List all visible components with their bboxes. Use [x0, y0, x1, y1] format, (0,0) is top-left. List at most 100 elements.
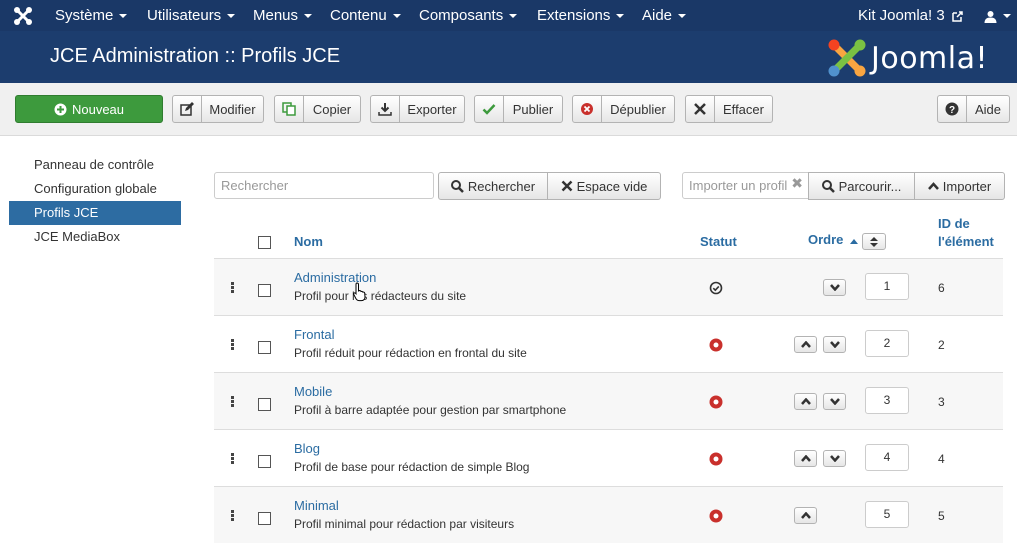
row-checkbox[interactable]: [258, 284, 271, 297]
hand-cursor-icon: [353, 282, 366, 302]
column-header-name[interactable]: Nom: [294, 234, 323, 249]
unpublished-status-icon[interactable]: [709, 338, 723, 352]
unpublished-status-icon[interactable]: [709, 395, 723, 409]
search-button[interactable]: Rechercher: [438, 172, 548, 200]
table-row[interactable]: Blog Profil de base pour rédaction de sim…: [214, 429, 1003, 486]
default-status-icon[interactable]: [709, 281, 723, 295]
sidebar-item-global-config[interactable]: Configuration globale: [9, 177, 181, 201]
delete-button[interactable]: Effacer: [685, 95, 773, 123]
move-up-button[interactable]: [794, 450, 817, 467]
joomla-logo-icon[interactable]: [13, 6, 33, 26]
menu-contenu[interactable]: Contenu: [330, 0, 401, 31]
row-checkbox[interactable]: [258, 341, 271, 354]
drag-handle-icon[interactable]: [231, 339, 234, 350]
import-button[interactable]: Importer: [914, 172, 1005, 200]
profile-description: Profil à barre adaptée pour gestion par …: [294, 403, 567, 417]
row-checkbox[interactable]: [258, 512, 271, 525]
order-input[interactable]: 3: [865, 387, 909, 414]
menu-utilisateurs[interactable]: Utilisateurs: [147, 0, 236, 31]
sidebar-item-control-panel[interactable]: Panneau de contrôle: [9, 153, 181, 177]
drag-handle-icon[interactable]: [231, 282, 234, 293]
row-checkbox[interactable]: [258, 455, 271, 468]
copy-button[interactable]: Copier: [274, 95, 361, 123]
profile-name-link[interactable]: Mobile: [294, 384, 332, 399]
edit-button-label: Modifier: [209, 101, 256, 117]
close-icon: [561, 180, 572, 192]
chevron-down-icon: [829, 398, 840, 405]
browse-button[interactable]: Parcourir...: [808, 172, 915, 200]
move-up-button[interactable]: [794, 393, 817, 410]
move-up-button[interactable]: [794, 336, 817, 353]
question-icon: ?: [938, 96, 967, 122]
menu-systeme[interactable]: Système: [55, 0, 128, 31]
profile-description: Profil réduit pour rédaction en frontal …: [294, 346, 527, 360]
clear-button[interactable]: Espace vide: [547, 172, 661, 200]
profile-name-link[interactable]: Blog: [294, 441, 320, 456]
profile-description: Profil de base pour rédaction de simple …: [294, 460, 530, 474]
move-down-button[interactable]: [823, 279, 846, 296]
site-link[interactable]: Kit Joomla! 3: [858, 0, 963, 31]
search-input[interactable]: Rechercher: [214, 172, 434, 199]
user-menu[interactable]: [984, 0, 1011, 31]
delete-button-label: Effacer: [723, 101, 764, 117]
new-button[interactable]: Nouveau: [15, 95, 163, 123]
drag-handle-icon[interactable]: [231, 453, 234, 464]
column-header-status[interactable]: Statut: [700, 234, 737, 249]
move-down-button[interactable]: [823, 336, 846, 353]
chevron-down-icon: [829, 341, 840, 348]
external-link-icon: [952, 10, 963, 22]
copy-button-label: Copier: [312, 101, 352, 117]
menu-aide[interactable]: Aide: [642, 0, 687, 31]
search-button-label: Rechercher: [467, 178, 536, 194]
caret-down-icon: [1003, 14, 1011, 19]
menu-label: Système: [55, 7, 114, 24]
import-file-input[interactable]: Importer un profil ✖: [682, 172, 809, 199]
order-input[interactable]: 4: [865, 444, 909, 471]
order-input[interactable]: 2: [865, 330, 909, 357]
column-header-id[interactable]: ID de l'élément: [938, 215, 994, 251]
unpublish-button[interactable]: Dépublier: [572, 95, 675, 123]
profile-description: Profil pour les rédacteurs du site: [294, 289, 467, 303]
menu-menus[interactable]: Menus: [253, 0, 313, 31]
edit-button[interactable]: Modifier: [172, 95, 264, 123]
move-down-button[interactable]: [823, 450, 846, 467]
select-all-checkbox[interactable]: [258, 236, 271, 249]
profile-name-link[interactable]: Frontal: [294, 327, 334, 342]
sidebar-item-profiles[interactable]: Profils JCE: [9, 201, 181, 225]
search-icon: [821, 179, 835, 193]
table-row[interactable]: Administration Profil pour les rédacteurs…: [214, 258, 1003, 315]
row-checkbox[interactable]: [258, 398, 271, 411]
table-row[interactable]: Mobile Profil à barre adaptée pour gestio…: [214, 372, 1003, 429]
column-header-order[interactable]: Ordre: [808, 232, 859, 247]
unpublished-status-icon[interactable]: [709, 452, 723, 466]
table-row[interactable]: Minimal Profil minimal pour rédaction par…: [214, 486, 1003, 543]
profile-description: Profil minimal pour rédaction par visite…: [294, 517, 515, 531]
publish-button[interactable]: Publier: [474, 95, 563, 123]
help-button[interactable]: ? Aide: [937, 95, 1010, 123]
save-order-button[interactable]: [862, 233, 886, 250]
sort-icon: [870, 236, 878, 247]
chevron-up-icon: [800, 341, 811, 348]
close-icon: [686, 96, 715, 122]
order-input[interactable]: 5: [865, 501, 909, 528]
export-button[interactable]: Exporter: [370, 95, 465, 123]
move-down-button[interactable]: [823, 393, 846, 410]
profile-id: 2: [938, 338, 945, 352]
sidebar-item-mediabox[interactable]: JCE MediaBox: [9, 225, 181, 249]
move-up-button[interactable]: [794, 507, 817, 524]
order-input[interactable]: 1: [865, 273, 909, 300]
drag-handle-icon[interactable]: [231, 396, 234, 407]
clear-x-icon[interactable]: ✖: [791, 171, 803, 196]
unpublished-status-icon[interactable]: [709, 509, 723, 523]
profile-name-link[interactable]: Minimal: [294, 498, 339, 513]
id-header-line1: ID de: [938, 216, 970, 231]
id-header-line2: l'élément: [938, 234, 994, 249]
menu-composants[interactable]: Composants: [419, 0, 518, 31]
drag-handle-icon[interactable]: [231, 510, 234, 521]
caret-down-icon: [392, 14, 401, 19]
table-row[interactable]: Frontal Profil réduit pour rédaction en f…: [214, 315, 1003, 372]
chevron-down-icon: [829, 284, 840, 291]
chevron-up-icon: [927, 182, 939, 190]
chevron-up-icon: [800, 455, 811, 462]
menu-extensions[interactable]: Extensions: [537, 0, 625, 31]
